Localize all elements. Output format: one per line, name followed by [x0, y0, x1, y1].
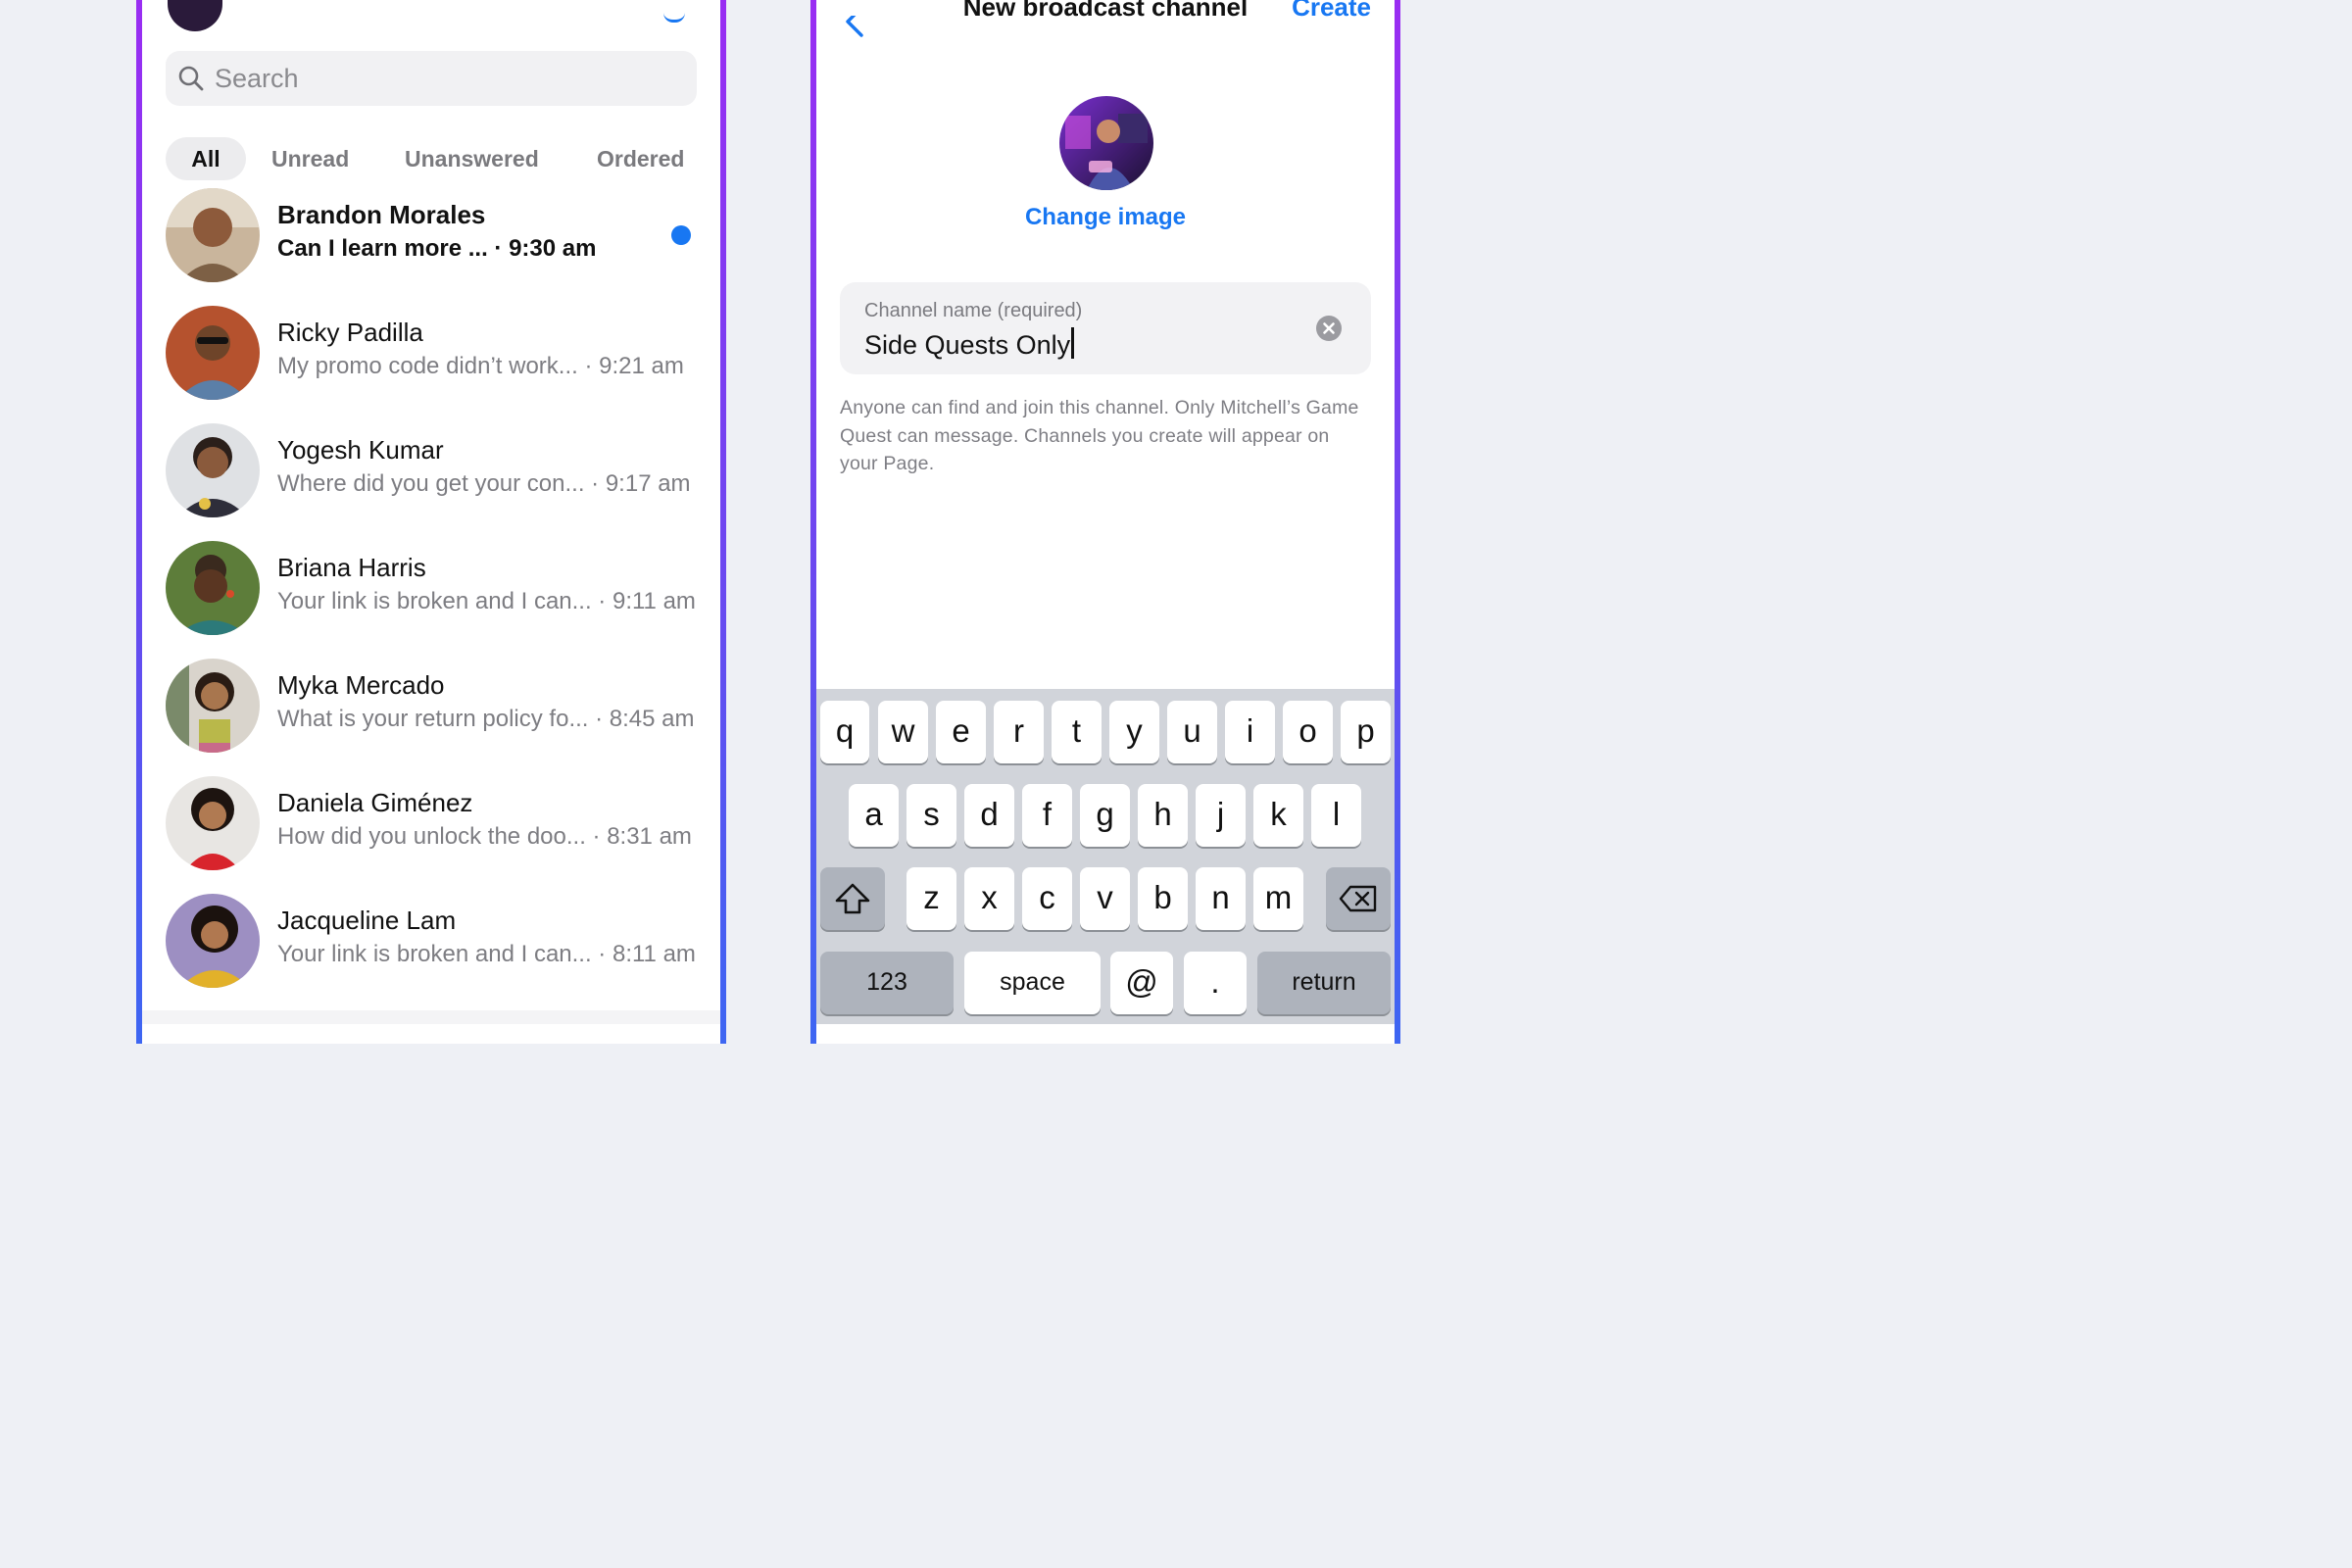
- at-key[interactable]: @: [1110, 952, 1173, 1014]
- return-key[interactable]: return: [1257, 952, 1391, 1014]
- key-k[interactable]: k: [1253, 784, 1303, 847]
- key-y[interactable]: y: [1109, 701, 1159, 763]
- chat-preview: What is your return policy fo... · 8:45 …: [277, 706, 695, 732]
- key-s[interactable]: s: [906, 784, 956, 847]
- key-p[interactable]: p: [1341, 701, 1391, 763]
- numbers-key[interactable]: 123: [820, 952, 954, 1014]
- search-input[interactable]: [213, 62, 667, 95]
- close-icon: [1323, 322, 1335, 334]
- avatar: [166, 776, 260, 870]
- avatar: [166, 894, 260, 988]
- chat-row[interactable]: Ricky Padilla My promo code didn’t work.…: [166, 304, 714, 402]
- avatar: [166, 188, 260, 282]
- period-key[interactable]: .: [1184, 952, 1247, 1014]
- clear-text-button[interactable]: [1316, 316, 1342, 341]
- nav-bar: New broadcast channel Create: [816, 0, 1395, 59]
- chat-row[interactable]: Jacqueline Lam Your link is broken and I…: [166, 892, 714, 990]
- chat-preview: How did you unlock the doo... · 8:31 am: [277, 823, 692, 850]
- avatar: [166, 541, 260, 635]
- chat-name: Briana Harris: [277, 553, 426, 582]
- compose-icon[interactable]: [663, 12, 685, 23]
- channel-name-field[interactable]: Channel name (required) Side Quests Only: [840, 282, 1371, 374]
- key-m[interactable]: m: [1253, 867, 1303, 930]
- key-h[interactable]: h: [1138, 784, 1188, 847]
- filter-tabs: All Unread Unanswered Ordered: [166, 137, 714, 180]
- chat-preview: Your link is broken and I can... · 8:11 …: [277, 941, 696, 967]
- keyboard: q w e r t y u i o p a s d f g h j k l z …: [816, 689, 1395, 1024]
- delete-key[interactable]: [1326, 867, 1391, 930]
- key-g[interactable]: g: [1080, 784, 1130, 847]
- space-key[interactable]: space: [964, 952, 1101, 1014]
- filter-unanswered[interactable]: Unanswered: [405, 137, 539, 180]
- chat-preview: My promo code didn’t work... · 9:21 am: [277, 353, 684, 379]
- chat-row[interactable]: Brandon Morales Can I learn more ... · 9…: [166, 186, 714, 284]
- chat-name: Daniela Giménez: [277, 788, 473, 817]
- shift-icon: [835, 883, 870, 914]
- chat-name: Yogesh Kumar: [277, 435, 444, 465]
- key-o[interactable]: o: [1283, 701, 1333, 763]
- key-a[interactable]: a: [849, 784, 899, 847]
- channel-name-label: Channel name (required): [864, 300, 1083, 321]
- avatar: [166, 423, 260, 517]
- unread-indicator: [671, 225, 691, 245]
- key-u[interactable]: u: [1167, 701, 1217, 763]
- key-f[interactable]: f: [1022, 784, 1072, 847]
- change-image-link[interactable]: Change image: [816, 204, 1395, 231]
- key-n[interactable]: n: [1196, 867, 1246, 930]
- next-row-peek: [142, 1010, 720, 1024]
- backspace-icon: [1339, 885, 1377, 912]
- key-c[interactable]: c: [1022, 867, 1072, 930]
- search-icon: [178, 66, 204, 91]
- key-r[interactable]: r: [994, 701, 1044, 763]
- chat-preview: Where did you get your con... · 9:17 am: [277, 470, 691, 497]
- key-d[interactable]: d: [964, 784, 1014, 847]
- key-x[interactable]: x: [964, 867, 1014, 930]
- filter-ordered[interactable]: Ordered: [597, 137, 684, 180]
- chat-name: Jacqueline Lam: [277, 906, 457, 935]
- chat-name: Brandon Morales: [277, 200, 486, 229]
- key-j[interactable]: j: [1196, 784, 1246, 847]
- chat-name: Ricky Padilla: [277, 318, 423, 347]
- chat-preview: Can I learn more ... · 9:30 am: [277, 235, 597, 262]
- avatar: [166, 659, 260, 753]
- channel-image[interactable]: [1059, 96, 1153, 190]
- channel-name-value: Side Quests Only: [864, 330, 1071, 360]
- channel-name-input[interactable]: Side Quests Only: [864, 327, 1075, 361]
- create-button[interactable]: Create: [1292, 0, 1371, 23]
- chat-name: Myka Mercado: [277, 670, 445, 700]
- filter-unread[interactable]: Unread: [271, 137, 349, 180]
- key-t[interactable]: t: [1052, 701, 1102, 763]
- key-b[interactable]: b: [1138, 867, 1188, 930]
- inbox-screen: All Unread Unanswered Ordered Brandon Mo…: [136, 0, 726, 1044]
- search-bar[interactable]: [166, 51, 697, 106]
- channel-helper-text: Anyone can find and join this channel. O…: [840, 397, 1359, 474]
- key-q[interactable]: q: [820, 701, 869, 763]
- key-v[interactable]: v: [1080, 867, 1130, 930]
- chat-row[interactable]: Daniela Giménez How did you unlock the d…: [166, 774, 714, 872]
- key-z[interactable]: z: [906, 867, 956, 930]
- avatar: [166, 306, 260, 400]
- key-i[interactable]: i: [1225, 701, 1275, 763]
- key-l[interactable]: l: [1311, 784, 1361, 847]
- text-caret: [1071, 327, 1075, 359]
- chat-row[interactable]: Myka Mercado What is your return policy …: [166, 657, 714, 755]
- chat-row[interactable]: Briana Harris Your link is broken and I …: [166, 539, 714, 637]
- key-e[interactable]: e: [936, 701, 986, 763]
- filter-all[interactable]: All: [166, 137, 246, 180]
- new-channel-screen: New broadcast channel Create Change imag…: [810, 0, 1400, 1044]
- chat-preview: Your link is broken and I can... · 9:11 …: [277, 588, 696, 614]
- key-w[interactable]: w: [878, 701, 928, 763]
- chat-row[interactable]: Yogesh Kumar Where did you get your con.…: [166, 421, 714, 519]
- shift-key[interactable]: [820, 867, 885, 930]
- profile-avatar[interactable]: [168, 0, 222, 31]
